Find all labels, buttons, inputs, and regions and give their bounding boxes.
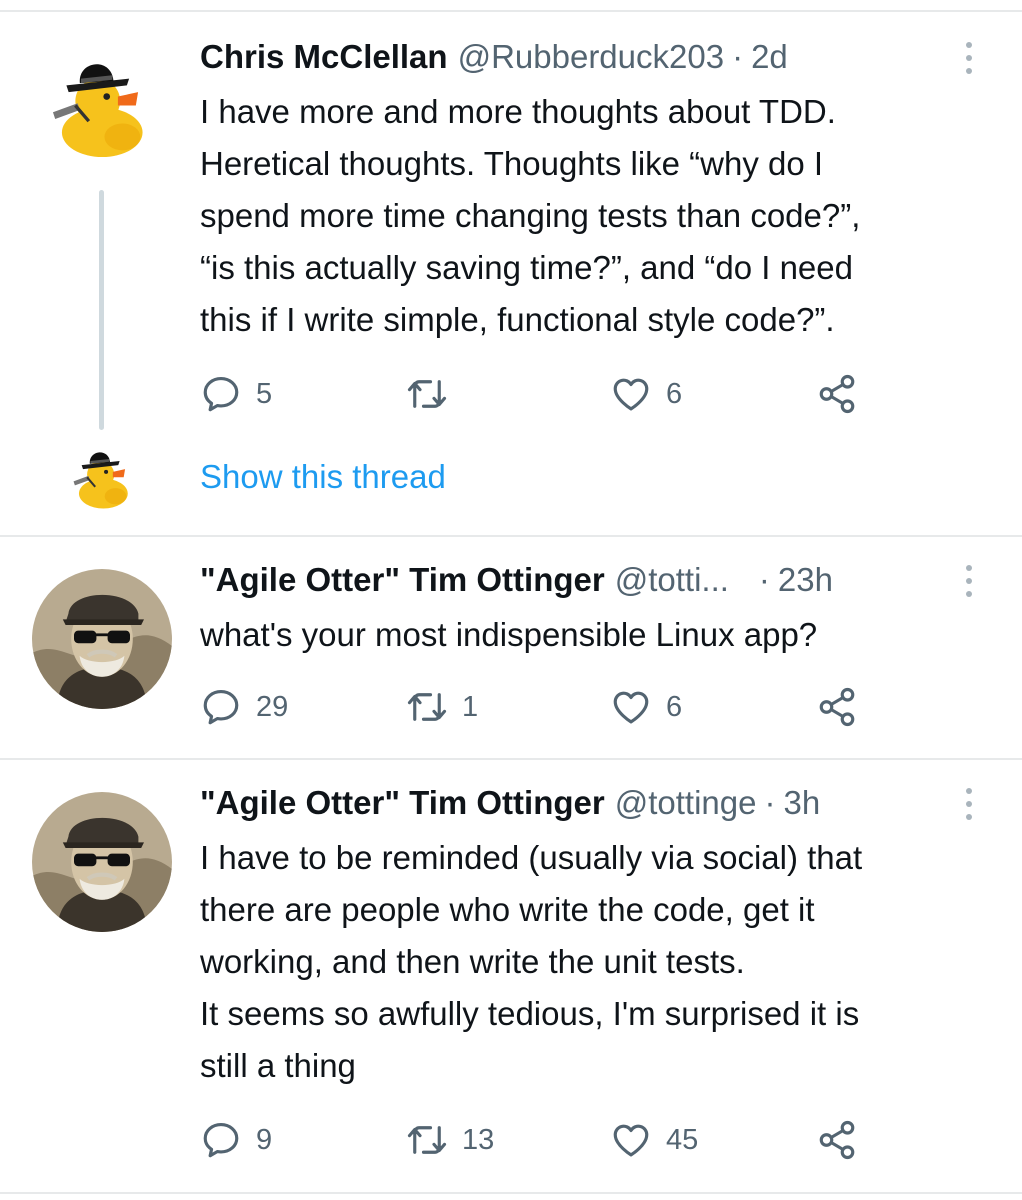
- avatar-tim-ottinger[interactable]: [32, 792, 172, 932]
- avatar-tim-ottinger[interactable]: [32, 569, 172, 709]
- reply-count: 9: [256, 1123, 273, 1156]
- reply-icon: [200, 373, 242, 415]
- tweet-text-line: I have to be reminded (usually via socia…: [200, 839, 863, 876]
- reply-button[interactable]: 29: [200, 687, 288, 727]
- tweet-2[interactable]: "Agile Otter" Tim Ottinger @totti... · 2…: [0, 537, 1022, 757]
- divider: [0, 1192, 1022, 1194]
- tweet-text-line: Heretical thoughts. Thoughts like “why d…: [200, 145, 824, 182]
- separator-dot: ·: [732, 38, 744, 75]
- tweet-text-line: working, and then write the unit tests.: [200, 943, 745, 980]
- user-handle[interactable]: @totti...: [615, 561, 729, 599]
- timestamp[interactable]: 2d: [751, 38, 788, 76]
- tweet-1[interactable]: Chris McClellan @Rubberduck203 · 2d I ha…: [0, 0, 1022, 535]
- show-thread-link[interactable]: Show this thread: [200, 458, 446, 496]
- tweet-3[interactable]: "Agile Otter" Tim Ottinger @tottinge · 3…: [0, 760, 1022, 1192]
- retweet-button[interactable]: 13: [406, 1120, 494, 1160]
- tweet-text-line: It seems so awfully tedious, I'm surpris…: [200, 995, 860, 1032]
- tweet-text-line: still a thing: [200, 1047, 356, 1084]
- like-button[interactable]: 6: [610, 687, 682, 727]
- reply-icon: [200, 686, 242, 728]
- heart-icon: [610, 373, 652, 415]
- display-name[interactable]: "Agile Otter" Tim Ottinger: [200, 561, 605, 599]
- tweet-text-line: there are people who write the code, get…: [200, 891, 815, 928]
- retweet-icon: [406, 1119, 448, 1161]
- user-handle[interactable]: @Rubberduck203: [458, 38, 725, 76]
- tweet-text: what's your most indispensible Linux app…: [200, 609, 1000, 661]
- tweet-text: I have more and more thoughts about TDD.…: [200, 86, 1000, 346]
- timestamp[interactable]: 23h: [778, 561, 833, 599]
- tweet-text-line: what's your most indispensible Linux app…: [200, 616, 818, 653]
- reply-button[interactable]: 9: [200, 1120, 272, 1160]
- like-button[interactable]: 6: [610, 374, 682, 414]
- retweet-count: 13: [462, 1123, 495, 1156]
- tweet-actions: 29 1 6: [200, 687, 900, 727]
- like-count: 6: [666, 690, 683, 723]
- share-icon: [816, 1119, 858, 1161]
- more-vertical-icon[interactable]: [962, 786, 976, 826]
- display-name[interactable]: Chris McClellan: [200, 38, 448, 76]
- reply-count: 5: [256, 377, 273, 410]
- tweet-feed: Chris McClellan @Rubberduck203 · 2d I ha…: [0, 0, 1022, 1200]
- like-button[interactable]: 45: [610, 1120, 698, 1160]
- tweet-header: "Agile Otter" Tim Ottinger @totti... · 2…: [200, 561, 833, 605]
- like-count: 45: [666, 1123, 699, 1156]
- retweet-button[interactable]: 1: [406, 687, 478, 727]
- separator-dot: ·: [764, 784, 776, 821]
- user-handle[interactable]: @tottinge: [615, 784, 757, 822]
- timestamp[interactable]: 3h: [783, 784, 820, 822]
- avatar-rubber-duck-small[interactable]: [68, 440, 136, 520]
- share-icon: [816, 686, 858, 728]
- tweet-text: I have to be reminded (usually via socia…: [200, 832, 1000, 1092]
- reply-button[interactable]: 5: [200, 374, 272, 414]
- more-vertical-icon[interactable]: [962, 563, 976, 603]
- avatar-rubber-duck[interactable]: [44, 40, 156, 180]
- reply-icon: [200, 1119, 242, 1161]
- tweet-actions: 9 13 45: [200, 1120, 900, 1160]
- retweet-button[interactable]: [406, 374, 462, 414]
- separator-dot: ·: [758, 561, 770, 598]
- tweet-text-line: I have more and more thoughts about TDD.: [200, 93, 836, 130]
- heart-icon: [610, 686, 652, 728]
- reply-count: 29: [256, 690, 289, 723]
- retweet-count: 1: [462, 690, 479, 723]
- retweet-icon: [406, 373, 448, 415]
- display-name[interactable]: "Agile Otter" Tim Ottinger: [200, 784, 605, 822]
- share-button[interactable]: [816, 374, 858, 414]
- more-vertical-icon[interactable]: [962, 40, 976, 80]
- share-button[interactable]: [816, 687, 858, 727]
- tweet-header: "Agile Otter" Tim Ottinger @tottinge · 3…: [200, 784, 820, 828]
- tweet-text-line: “is this actually saving time?”, and “do…: [200, 249, 853, 286]
- tweet-header: Chris McClellan @Rubberduck203 · 2d: [200, 38, 788, 82]
- thread-connector-line: [99, 190, 104, 430]
- heart-icon: [610, 1119, 652, 1161]
- tweet-text-line: spend more time changing tests than code…: [200, 197, 861, 234]
- tweet-actions: 5 6: [200, 374, 900, 414]
- share-icon: [816, 373, 858, 415]
- retweet-icon: [406, 686, 448, 728]
- like-count: 6: [666, 377, 683, 410]
- share-button[interactable]: [816, 1120, 858, 1160]
- tweet-text-line: this if I write simple, functional style…: [200, 301, 835, 338]
